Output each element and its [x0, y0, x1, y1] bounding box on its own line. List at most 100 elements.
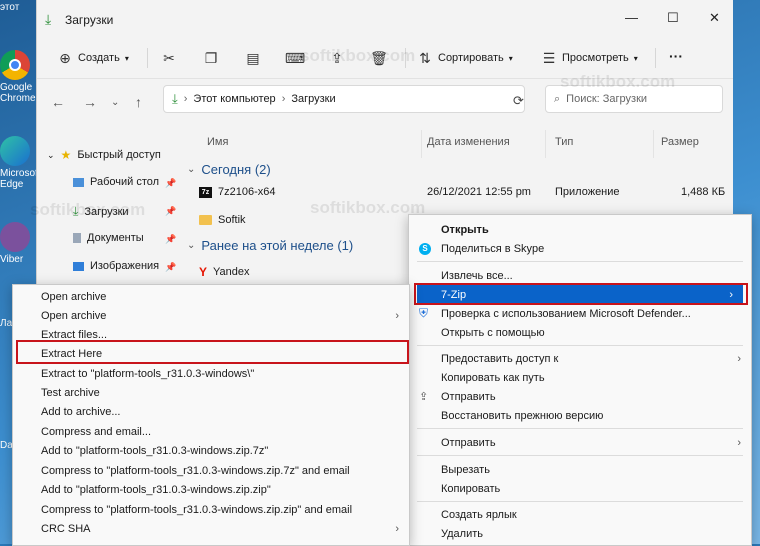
view-button[interactable]: ☰ Просмотреть ▾	[541, 50, 638, 66]
menu-item-compress-7z-email[interactable]: Compress to "platform-tools_r31.0.3-wind…	[13, 461, 409, 480]
menu-item-compress-email[interactable]: Compress and email...	[13, 422, 409, 441]
sidebar-item-label: Быстрый доступ	[77, 149, 161, 161]
download-icon: ⤓	[172, 91, 178, 106]
menu-item-share[interactable]: ⇪ Отправить	[409, 387, 751, 406]
copy-icon: ❐	[204, 49, 218, 66]
menu-item-label: Создать ярлык	[441, 508, 517, 521]
column-header-type[interactable]: Тип	[555, 136, 573, 148]
desktop-icon-this-pc[interactable]: этот	[0, 2, 34, 13]
menu-item-label: Add to "platform-tools_r31.0.3-windows.z…	[41, 483, 271, 496]
menu-item-give-access[interactable]: Предоставить доступ к ›	[409, 349, 751, 368]
column-header-date[interactable]: Дата изменения	[427, 136, 510, 148]
pin-icon: 📌	[165, 206, 177, 216]
menu-item-create-shortcut[interactable]: Создать ярлык	[409, 505, 751, 524]
chevron-right-icon: ›	[183, 93, 188, 105]
minimize-button[interactable]: —	[625, 10, 638, 25]
maximize-button[interactable]: ☐	[667, 10, 679, 26]
desktop-icon-viber[interactable]: Viber	[0, 222, 34, 265]
cut-button[interactable]: ✂	[161, 50, 177, 66]
menu-item-add-to-archive[interactable]: Add to archive...	[13, 402, 409, 421]
file-row[interactable]: 7z 7z2106-x64	[199, 186, 276, 198]
menu-item-test-archive[interactable]: Test archive	[13, 383, 409, 402]
create-label: Создать	[78, 52, 120, 64]
menu-item-label: Отправить	[441, 436, 496, 449]
file-row[interactable]: Softik	[199, 214, 246, 226]
highlight-box-7zip	[414, 283, 748, 305]
menu-item-label: Compress to "platform-tools_r31.0.3-wind…	[41, 503, 353, 516]
search-placeholder: Поиск: Загрузки	[566, 93, 648, 105]
menu-item-add-to-7z[interactable]: Add to "platform-tools_r31.0.3-windows.z…	[13, 441, 409, 460]
group-header-earlier-this-week[interactable]: ⌄ Ранее на этой неделе (1)	[187, 238, 353, 253]
paste-icon: ▤	[246, 49, 260, 66]
watermark: softikbox.com	[30, 200, 146, 219]
desktop-icon-label: этот	[0, 2, 20, 13]
menu-item-copy[interactable]: Копировать	[409, 479, 751, 498]
desktop-strip-label: Da	[0, 440, 13, 451]
menu-item-label: Add to archive...	[41, 405, 121, 418]
menu-item-label: Извлечь все...	[441, 269, 513, 282]
menu-item-label: Вырезать	[441, 463, 490, 476]
chevron-down-icon: ⌄	[47, 149, 55, 160]
menu-item-defender-scan[interactable]: ⛨ Проверка с использованием Microsoft De…	[409, 304, 751, 323]
refresh-icon[interactable]: ⟳	[513, 93, 524, 109]
desktop-icon-edge[interactable]: Microsoft Edge	[0, 136, 41, 190]
file-name: Yandex	[213, 266, 250, 278]
breadcrumb-downloads[interactable]: Загрузки	[291, 93, 335, 105]
menu-item-cut[interactable]: Вырезать	[409, 460, 751, 479]
image-icon	[73, 261, 84, 271]
sort-button[interactable]: ⇅ Сортировать ▾	[417, 50, 513, 66]
pin-icon: 📌	[165, 178, 177, 188]
sidebar-item-desktop[interactable]: Рабочий стол	[73, 176, 159, 188]
download-icon: ⤓	[45, 11, 52, 27]
menu-item-label: Extract files...	[41, 328, 108, 341]
chevron-right-icon: ›	[737, 352, 741, 365]
chevron-down-icon: ▾	[633, 53, 638, 63]
sidebar-item-documents[interactable]: Документы	[73, 232, 144, 244]
breadcrumb-this-pc[interactable]: Этот компьютер	[193, 93, 275, 105]
up-arrow-icon[interactable]: ↑	[135, 94, 142, 110]
menu-item-label: Open archive	[41, 290, 107, 303]
history-chevron-icon[interactable]: ⌄	[111, 97, 119, 108]
chevron-right-icon: ›	[395, 522, 399, 535]
file-size: 1,488 КБ	[681, 186, 726, 198]
menu-item-label: Add to "platform-tools_r31.0.3-windows.z…	[41, 444, 269, 457]
more-button[interactable]: ···	[669, 48, 683, 64]
highlight-box-extract-here	[16, 340, 409, 364]
sort-label: Сортировать	[438, 52, 504, 64]
sidebar-item-label: Рабочий стол	[90, 176, 160, 188]
menu-item-open[interactable]: Открыть	[409, 220, 751, 239]
group-header-today[interactable]: ⌄ Сегодня (2)	[187, 162, 271, 177]
viber-icon	[0, 222, 30, 252]
sidebar-item-images[interactable]: Изображения	[73, 260, 159, 272]
menu-item-copy-path[interactable]: Копировать как путь	[409, 368, 751, 387]
share-icon: ⇪	[419, 391, 429, 403]
menu-item-restore-version[interactable]: Восстановить прежнюю версию	[409, 406, 751, 425]
menu-item-extract-to-folder[interactable]: Extract to "platform-tools_r31.0.3-windo…	[13, 364, 409, 383]
file-row[interactable]: Y Yandex	[199, 265, 250, 279]
menu-item-open-with[interactable]: Открыть с помощью	[409, 323, 751, 342]
menu-item-add-to-zip[interactable]: Add to "platform-tools_r31.0.3-windows.z…	[13, 480, 409, 499]
create-button[interactable]: ⊕ Создать ▾	[57, 50, 129, 66]
desktop-icon-label: Viber	[0, 254, 24, 265]
menu-item-label: Проверка с использованием Microsoft Defe…	[441, 307, 691, 320]
menu-item-share-skype[interactable]: S Поделиться в Skype	[409, 239, 751, 258]
menu-item-send-to[interactable]: Отправить ›	[409, 433, 751, 452]
menu-item-open-archive[interactable]: Open archive	[13, 287, 409, 306]
menu-item-crc-sha[interactable]: CRC SHA ›	[13, 519, 409, 538]
column-header-name[interactable]: Имя	[207, 136, 228, 148]
copy-button[interactable]: ❐	[203, 50, 219, 66]
paste-button[interactable]: ▤	[245, 50, 261, 66]
column-header-size[interactable]: Размер	[661, 136, 699, 148]
sidebar-item-quick-access[interactable]: ⌄ ★ Быстрый доступ	[47, 148, 161, 162]
menu-item-compress-zip-email[interactable]: Compress to "platform-tools_r31.0.3-wind…	[13, 500, 409, 519]
menu-item-label: CRC SHA	[41, 522, 91, 535]
chrome-icon	[0, 50, 30, 80]
sort-icon: ⇅	[419, 49, 431, 66]
desktop-icon-chrome[interactable]: Google Chrome	[0, 50, 36, 104]
address-bar[interactable]: ⤓ › Этот компьютер › Загрузки	[163, 85, 525, 113]
forward-arrow-icon[interactable]: →	[83, 94, 97, 110]
close-button[interactable]: ✕	[709, 10, 720, 26]
menu-item-delete[interactable]: Удалить	[409, 524, 751, 543]
back-arrow-icon[interactable]: ←	[51, 94, 65, 110]
menu-item-open-archive-submenu[interactable]: Open archive ›	[13, 306, 409, 325]
